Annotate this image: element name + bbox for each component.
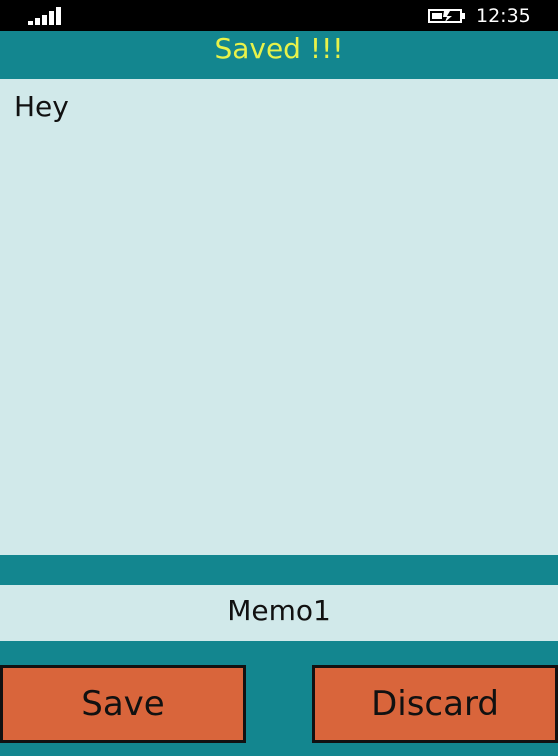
divider	[0, 555, 558, 585]
header: Saved !!!	[0, 31, 558, 79]
page-title: Saved !!!	[214, 32, 344, 65]
memo-name-value[interactable]: Memo1	[0, 585, 558, 637]
save-button-label: Save	[81, 684, 165, 724]
discard-button[interactable]: Discard	[312, 665, 558, 743]
save-button[interactable]: Save	[0, 665, 246, 743]
discard-button-label: Discard	[371, 684, 499, 724]
app-root: 12:35 Saved !!! Hey Memo1 Save Discard	[0, 0, 558, 756]
signal-strength-icon	[28, 7, 62, 25]
battery-charging-icon	[428, 9, 465, 23]
memo-name-field[interactable]: Memo1	[0, 585, 558, 641]
clock: 12:35	[476, 5, 531, 27]
memo-text[interactable]: Hey	[14, 89, 544, 125]
status-bar: 12:35	[0, 0, 558, 31]
memo-text-area[interactable]: Hey	[0, 79, 558, 555]
